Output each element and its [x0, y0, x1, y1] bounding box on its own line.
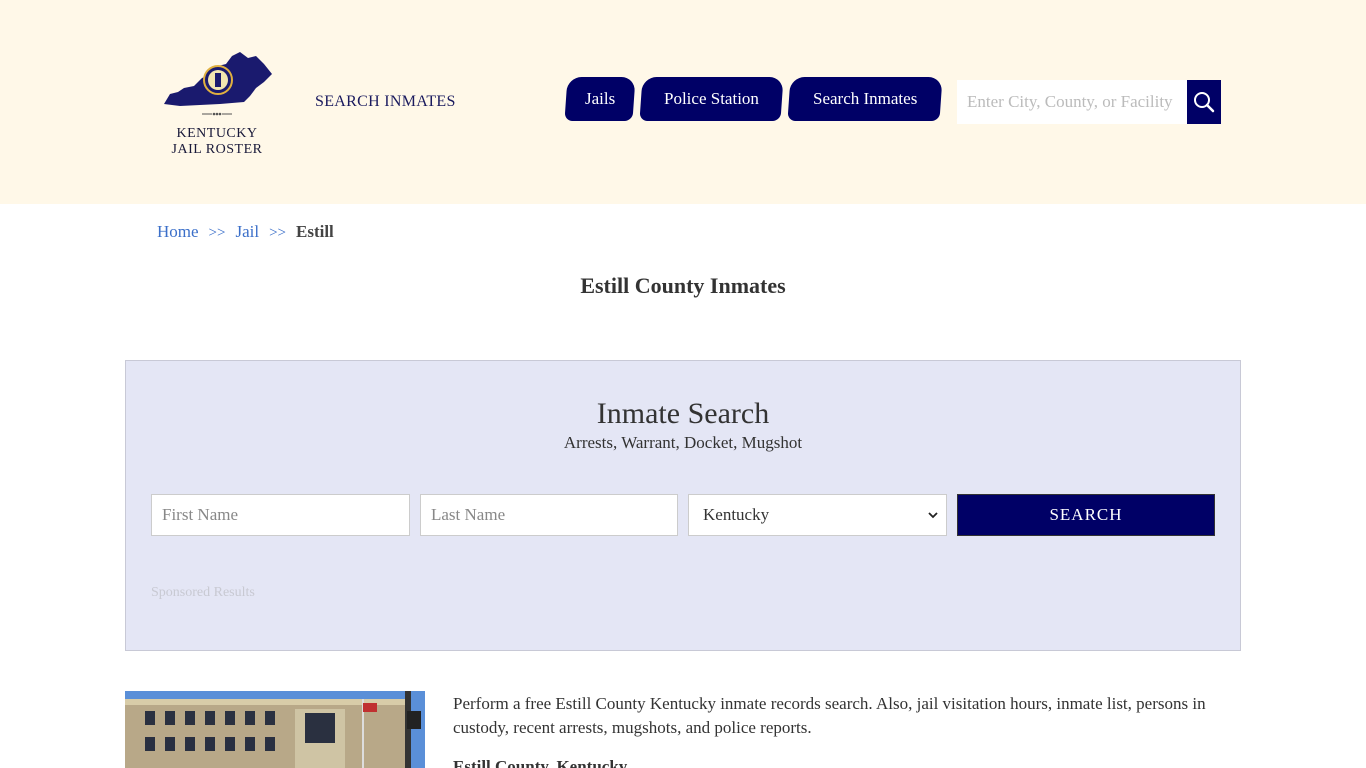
page-title: Estill County Inmates — [580, 273, 786, 298]
breadcrumb-home[interactable]: Home — [157, 222, 199, 241]
chevron-down-icon — [928, 512, 938, 519]
nav-tab-search-inmates[interactable]: Search Inmates — [787, 77, 943, 121]
search-icon — [1194, 92, 1215, 113]
facility-search-input[interactable] — [957, 80, 1187, 124]
intro-paragraph: Perform a free Estill County Kentucky in… — [453, 694, 1206, 737]
county-sub-heading: Estill County, Kentucky — [453, 757, 628, 768]
last-name-input[interactable] — [420, 494, 678, 536]
search-inmates-link[interactable]: SEARCH INMATES — [315, 93, 456, 111]
logo-line1: KENTUCKY — [176, 126, 258, 141]
nav-tab-jails[interactable]: Jails — [564, 77, 636, 121]
breadcrumb: Home >> Jail >> Estill — [157, 222, 334, 242]
building-image — [125, 691, 425, 768]
nav-tab-label: Police Station — [664, 89, 759, 108]
inmate-search-panel: Inmate Search Arrests, Warrant, Docket, … — [125, 360, 1241, 651]
jail-building-photo — [125, 691, 425, 768]
breadcrumb-separator: >> — [269, 225, 286, 241]
logo-line2: JAIL ROSTER — [171, 142, 263, 157]
search-submit-button[interactable]: SEARCH — [957, 494, 1215, 536]
panel-title: Inmate Search — [596, 397, 770, 430]
state-select[interactable]: Kentucky — [688, 494, 947, 536]
sponsored-results-label: Sponsored Results — [151, 585, 255, 600]
logo-text: KENTUCKY JAIL ROSTER — [158, 126, 276, 158]
logo-divider-icon — [202, 112, 232, 116]
facility-search-button[interactable] — [1187, 80, 1221, 124]
nav-tab-label: Jails — [584, 89, 616, 108]
site-header: KENTUCKY JAIL ROSTER SEARCH INMATES Jail… — [0, 0, 1366, 204]
panel-subtitle: Arrests, Warrant, Docket, Mugshot — [563, 433, 803, 452]
site-logo[interactable]: KENTUCKY JAIL ROSTER — [158, 44, 276, 164]
kentucky-map-icon — [164, 52, 272, 106]
breadcrumb-jail[interactable]: Jail — [235, 222, 259, 241]
first-name-input[interactable] — [151, 494, 410, 536]
state-select-value: Kentucky — [703, 505, 770, 524]
breadcrumb-separator: >> — [208, 225, 226, 241]
nav-tab-police-station[interactable]: Police Station — [639, 77, 784, 121]
breadcrumb-current: Estill — [296, 222, 334, 241]
nav-tab-label: Search Inmates — [812, 89, 918, 108]
